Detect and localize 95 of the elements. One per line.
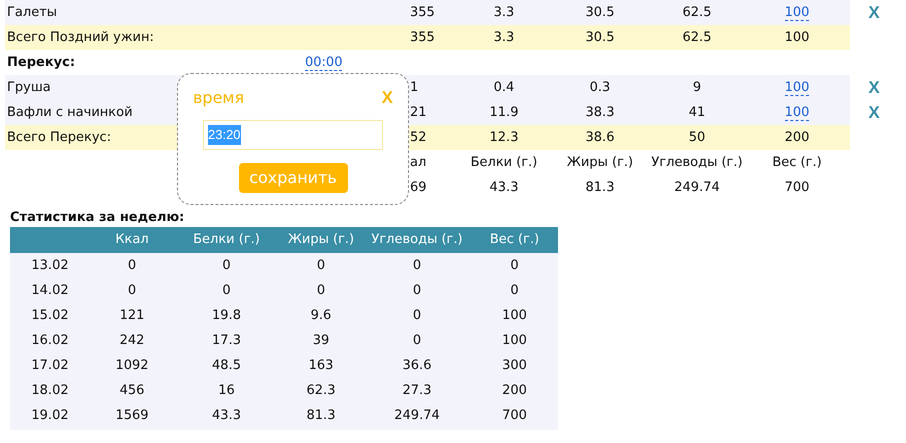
table-cell: 0	[510, 282, 519, 298]
table-cell: 16	[218, 382, 235, 398]
table-cell: 12.3	[490, 130, 518, 145]
table-cell: 43.3	[212, 408, 241, 423]
table-cell: 62.5	[682, 30, 712, 45]
table-cell: 163	[308, 358, 334, 373]
table-cell: 21	[410, 105, 427, 120]
table-cell: 30.5	[586, 30, 614, 45]
column-header: Ккал	[115, 232, 149, 248]
table-cell: 19.8	[212, 308, 241, 323]
date-cell: 17.02	[31, 358, 69, 373]
date-cell: 15.02	[31, 308, 69, 323]
table-cell: 355	[410, 30, 435, 45]
table-cell: 41	[688, 105, 706, 120]
table-cell: 11.9	[490, 105, 518, 120]
table-cell: 249.74	[674, 180, 720, 195]
food-name: Груша	[7, 80, 51, 95]
table-cell: 249.74	[394, 408, 440, 423]
table-cell: 100	[502, 332, 527, 348]
meal-heading: Перекус:	[7, 54, 76, 70]
table-cell: 9.6	[310, 308, 332, 323]
table-cell: 62.5	[682, 5, 712, 20]
table-cell: 456	[120, 382, 144, 398]
food-name: Вафли с начинкой	[7, 105, 133, 120]
column-header: Вес (г.)	[490, 232, 540, 248]
table-cell: 0	[316, 282, 326, 298]
food-name: Всего Поздний ужин:	[7, 30, 154, 45]
table-cell: 1569	[115, 408, 149, 423]
table-cell: 62.3	[306, 382, 336, 398]
table-cell: 3.3	[494, 5, 514, 20]
table-cell: 121	[120, 308, 144, 323]
table-cell: 1	[410, 80, 418, 95]
column-header: ал	[410, 154, 426, 170]
table-cell: 0	[222, 258, 231, 273]
table-cell: 0	[412, 332, 422, 348]
table-cell: 30.5	[586, 5, 614, 20]
table-cell: 43.3	[490, 180, 518, 195]
popup-title: время	[193, 87, 244, 109]
table-cell: 0	[412, 308, 422, 323]
time-input[interactable]: 23:20	[203, 120, 383, 150]
table-cell: 38.6	[586, 130, 614, 145]
column-header: Белки (г.)	[193, 232, 260, 248]
delete-button[interactable]: X	[868, 78, 880, 97]
table-cell: 0	[128, 282, 136, 298]
table-cell: 9	[692, 80, 702, 95]
table-cell: 38.3	[586, 105, 614, 120]
table-cell: 0	[412, 282, 422, 298]
table-cell: 52	[410, 130, 427, 145]
column-header: Углеводы (г.)	[371, 232, 463, 248]
table-cell: 0	[128, 258, 136, 273]
time-link[interactable]: 00:00	[305, 54, 342, 71]
table-cell: 48.5	[212, 358, 241, 373]
table-cell: 27.3	[402, 382, 432, 398]
table-cell: 242	[120, 332, 144, 348]
column-header: Жиры (г.)	[288, 232, 354, 248]
column-header: Жиры (г.)	[566, 154, 634, 170]
table-cell: 100	[502, 308, 527, 323]
column-header: Белки (г.)	[470, 154, 538, 170]
delete-button[interactable]: X	[868, 103, 880, 122]
table-cell: 355	[410, 5, 435, 20]
table-cell: 200	[784, 130, 810, 145]
weight-link[interactable]: 100	[784, 5, 810, 21]
table-cell: 17.3	[212, 332, 241, 348]
table-cell: 3.3	[494, 30, 514, 45]
table-cell: 100	[784, 30, 810, 45]
table-cell: 200	[502, 382, 527, 398]
food-name: Галеты	[7, 5, 58, 20]
table-cell: 39	[312, 332, 330, 348]
table-cell: 0	[510, 258, 519, 273]
table-cell: 69	[410, 180, 427, 195]
table-cell: 0	[316, 258, 326, 273]
table-cell: 700	[784, 180, 810, 195]
date-cell: 14.02	[31, 282, 69, 298]
table-cell: 0	[412, 258, 422, 273]
date-cell: 13.02	[31, 258, 69, 273]
weight-link[interactable]: 100	[784, 80, 810, 96]
table-cell: 0.4	[494, 80, 514, 95]
weight-link[interactable]: 100	[784, 105, 810, 121]
table-cell: 0	[222, 282, 231, 298]
date-cell: 18.02	[31, 382, 69, 398]
table-cell: 700	[502, 408, 527, 423]
table-cell: 81.3	[586, 180, 614, 195]
table-cell: 36.6	[402, 358, 432, 373]
table-cell: 1092	[115, 358, 149, 373]
date-cell: 16.02	[31, 332, 69, 348]
table-cell: 81.3	[306, 408, 336, 423]
table-cell: 300	[502, 358, 527, 373]
table-cell: 50	[688, 130, 706, 145]
column-header: Вес (г.)	[772, 154, 822, 170]
section-title: Статистика за неделю:	[10, 209, 186, 227]
table-cell: 0.3	[590, 80, 610, 95]
food-name: Всего Перекус:	[7, 130, 112, 145]
date-cell: 19.02	[31, 408, 69, 423]
delete-button[interactable]: X	[868, 3, 880, 22]
column-header: Углеводы (г.)	[651, 154, 743, 170]
